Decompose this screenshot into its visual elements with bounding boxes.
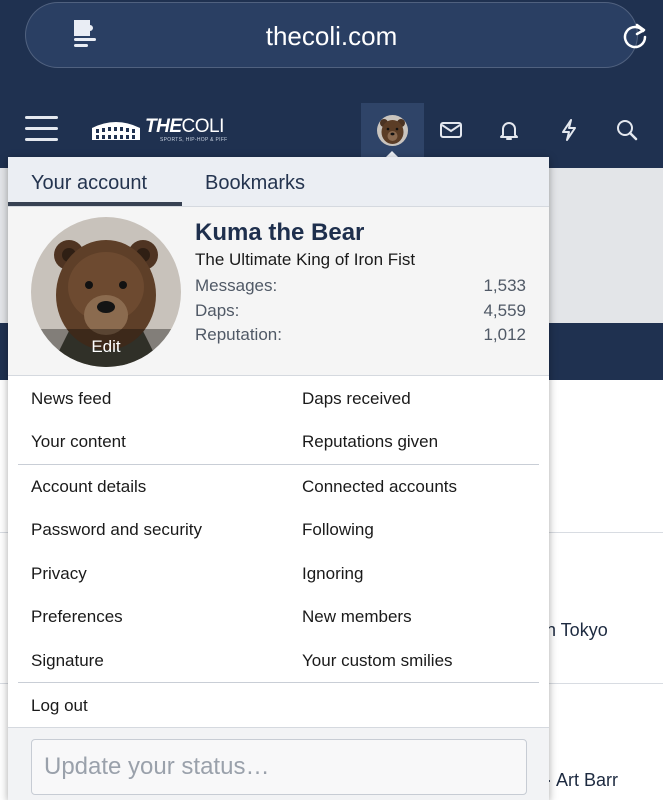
tab-your-account[interactable]: Your account — [31, 172, 147, 195]
user-title: The Ultimate King of Iron Fist — [195, 250, 416, 269]
colosseum-icon — [92, 122, 140, 140]
tab-bookmarks[interactable]: Bookmarks — [205, 172, 305, 195]
url-text[interactable]: thecoli.com — [26, 21, 637, 52]
site-header: THECOLI SPORTS, HIP-HOP & PIFF — [0, 88, 663, 168]
link-custom-smilies[interactable]: Your custom smilies — [302, 651, 453, 671]
avatar-edit-label[interactable]: Edit — [31, 337, 181, 357]
username[interactable]: Kuma the Bear — [195, 219, 364, 247]
active-tab-indicator — [8, 202, 182, 206]
link-news-feed[interactable]: News feed — [31, 389, 111, 409]
stat-value-reputation: 1,012 — [483, 325, 526, 344]
reload-icon[interactable] — [621, 22, 649, 50]
link-password-security[interactable]: Password and security — [31, 520, 202, 540]
link-connected-accounts[interactable]: Connected accounts — [302, 477, 457, 497]
status-update-area — [8, 727, 549, 800]
background-text: · Art Barr — [546, 770, 619, 790]
bell-icon[interactable] — [497, 118, 521, 142]
menu-divider — [18, 464, 539, 465]
address-bar[interactable]: thecoli.com — [25, 2, 647, 68]
stat-value-daps: 4,559 — [483, 301, 526, 320]
logo-text: THECOLI — [145, 116, 224, 137]
account-menu: Your account Bookmarks Edit Kuma the Bea… — [8, 157, 549, 800]
stat-label-daps: Daps: — [195, 301, 240, 320]
menu-divider — [18, 682, 539, 683]
stat-value-messages: 1,533 — [483, 276, 526, 295]
stat-label-messages: Messages: — [195, 276, 278, 295]
link-following[interactable]: Following — [302, 520, 374, 540]
link-new-members[interactable]: New members — [302, 607, 412, 627]
link-privacy[interactable]: Privacy — [31, 564, 87, 584]
browser-toolbar: thecoli.com — [0, 0, 663, 88]
link-your-content[interactable]: Your content — [31, 432, 126, 452]
search-icon[interactable] — [615, 118, 639, 142]
link-log-out[interactable]: Log out — [31, 696, 88, 716]
link-ignoring[interactable]: Ignoring — [302, 564, 363, 584]
lightning-icon[interactable] — [557, 118, 581, 142]
link-reputations-given[interactable]: Reputations given — [302, 432, 438, 452]
link-signature[interactable]: Signature — [31, 651, 104, 671]
account-summary: Edit Kuma the Bear The Ultimate King of … — [8, 207, 549, 376]
link-preferences[interactable]: Preferences — [31, 607, 123, 627]
avatar-large[interactable]: Edit — [31, 217, 181, 367]
link-daps-received[interactable]: Daps received — [302, 389, 411, 409]
mail-icon[interactable] — [439, 118, 463, 142]
site-logo[interactable]: THECOLI SPORTS, HIP-HOP & PIFF — [90, 114, 240, 144]
menu-icon[interactable] — [25, 116, 58, 142]
status-input[interactable] — [31, 739, 527, 795]
link-account-details[interactable]: Account details — [31, 477, 146, 497]
background-text: n Tokyo — [546, 620, 608, 640]
avatar — [377, 115, 408, 146]
logo-tagline: SPORTS, HIP-HOP & PIFF — [160, 137, 228, 143]
stat-label-reputation: Reputation: — [195, 325, 282, 344]
menu-tabs: Your account Bookmarks — [8, 157, 549, 207]
